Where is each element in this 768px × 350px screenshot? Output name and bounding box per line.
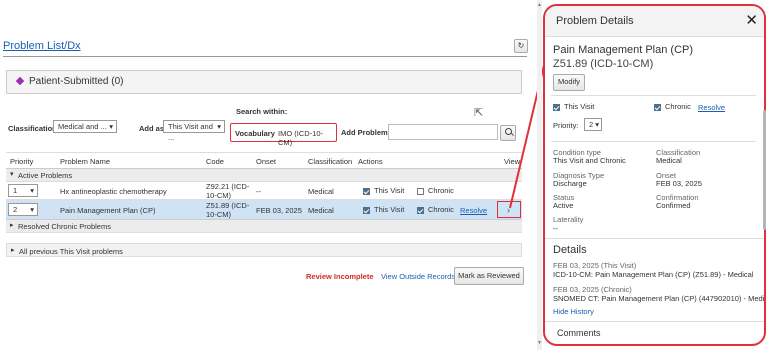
chevron-down-icon: ▾ (217, 122, 221, 131)
classification-select[interactable]: Medical and ... ▾ (53, 120, 117, 133)
close-icon[interactable]: ✕ (745, 11, 758, 29)
condition-type-value: This Visit and Chronic (553, 156, 626, 165)
chevron-down-icon: ▾ (595, 120, 599, 129)
vocabulary-value: IMO (ICD-10-CM) (278, 129, 323, 147)
panel-divider (551, 95, 756, 96)
problem-code: Z51.89 (ICD-10-CM) (206, 201, 250, 219)
col-code: Code (206, 157, 224, 166)
history-entry: ICD-10-CM: Pain Management Plan (CP) (Z5… (553, 270, 754, 279)
history-date: FEB 03, 2025 (Chronic) (553, 285, 632, 294)
diamond-icon (15, 76, 25, 86)
chevron-right-icon: ▸ (10, 222, 14, 229)
table-row[interactable]: 1 ▾ Hx antineoplastic chemotherapy Z92.2… (6, 182, 522, 200)
problem-name: Hx antineoplastic chemotherapy (60, 187, 167, 196)
add-as-select[interactable]: This Visit and ... ▾ (163, 120, 225, 142)
patient-submitted-section[interactable]: Patient-Submitted (0) (6, 70, 522, 94)
col-onset: Onset (256, 157, 277, 166)
priority-select[interactable]: 1 ▾ (8, 184, 38, 197)
chevron-down-icon: ▾ (30, 186, 34, 195)
modify-button[interactable]: Modify (553, 74, 585, 91)
cursor-icon: ⇱ (474, 107, 484, 119)
panel-priority-label: Priority: (553, 121, 579, 130)
problem-list-title[interactable]: Problem List/Dx (3, 40, 81, 52)
add-problem-input[interactable] (388, 124, 498, 140)
active-problems-group[interactable]: ▾ Active Problems (6, 169, 522, 182)
problem-code: Z92.21 (ICD-10-CM) (206, 182, 250, 200)
panel-problem-code: Z51.89 (ICD-10-CM) (553, 58, 654, 70)
panel-title: Problem Details (556, 15, 634, 27)
mark-as-reviewed-button[interactable]: Mark as Reviewed (454, 267, 524, 285)
this-visit-checkbox[interactable]: This Visit (363, 205, 404, 214)
chevron-down-icon: ▾ (10, 171, 14, 178)
hide-history-link[interactable]: Hide History (553, 307, 594, 316)
patient-submitted-label: Patient-Submitted (0) (29, 76, 124, 87)
chronic-checkbox[interactable]: Chronic (417, 186, 454, 195)
table-row-selected[interactable]: 2 ▾ Pain Management Plan (CP) Z51.89 (IC… (6, 200, 522, 220)
this-visit-checkbox[interactable]: This Visit (363, 186, 404, 195)
vocabulary-label: Vocabulary (235, 129, 275, 138)
add-as-label: Add as (139, 124, 165, 133)
col-classification: Classification (308, 157, 353, 166)
chronic-checkbox[interactable]: Chronic (417, 205, 454, 214)
panel-divider (545, 238, 764, 239)
vocabulary-box[interactable]: Vocabulary IMO (ICD-10-CM) (230, 123, 337, 147)
details-heading: Details (553, 244, 587, 256)
problem-table: Priority Problem Name Code Onset Classif… (6, 152, 522, 233)
panel-priority-select[interactable]: 2 ▾ (584, 118, 602, 131)
chevron-right-icon: ▸ (11, 247, 15, 254)
review-status: Review Incomplete (306, 272, 374, 281)
panel-header: Problem Details ✕ (545, 6, 764, 37)
priority-select[interactable]: 2 ▾ (8, 203, 38, 216)
scroll-up-icon: ▲ (537, 2, 542, 8)
laterality-value: -- (553, 224, 558, 233)
problem-classification: Medical (308, 187, 334, 196)
previous-visit-problems-group[interactable]: ▸ All previous This Visit problems (6, 243, 522, 257)
classification-value: Medical (656, 156, 682, 165)
chevron-down-icon: ▾ (109, 122, 113, 131)
history-entry: SNOMED CT: Pain Management Plan (CP) (44… (553, 294, 766, 303)
panel-chronic-checkbox[interactable]: Chronic (654, 102, 691, 111)
problem-onset: FEB 03, 2025 (256, 206, 302, 215)
col-actions: Actions (358, 157, 383, 166)
history-date: FEB 03, 2025 (This Visit) (553, 261, 637, 270)
panel-divider (545, 321, 764, 322)
problem-details-panel: Problem Details ✕ Pain Management Plan (… (543, 4, 766, 346)
view-outside-records-link[interactable]: View Outside Records (381, 272, 455, 281)
comments-heading: Comments (557, 328, 601, 338)
col-problem-name: Problem Name (60, 157, 111, 166)
resolved-problems-group[interactable]: ▸ Resolved Chronic Problems (6, 220, 522, 233)
problem-classification: Medical (308, 206, 334, 215)
add-problem-label: Add Problem (341, 128, 388, 137)
status-value: Active (553, 201, 574, 210)
onset-value: FEB 03, 2025 (656, 179, 702, 188)
search-within-label: Search within: (236, 107, 288, 116)
problem-name: Pain Management Plan (CP) (60, 206, 156, 215)
chevron-down-icon: ▾ (30, 205, 34, 214)
classification-label: Classification (8, 124, 57, 133)
panel-divider (551, 141, 756, 142)
diagnosis-type-value: Discharge (553, 179, 587, 188)
problem-onset: -- (256, 187, 261, 196)
laterality-label: Laterality (553, 215, 584, 224)
scroll-track[interactable]: ▲ ▼ (537, 0, 542, 350)
table-header: Priority Problem Name Code Onset Classif… (6, 152, 522, 169)
col-priority: Priority (10, 157, 34, 166)
panel-resolve-link[interactable]: Resolve (698, 103, 725, 112)
confirmation-value: Confirmed (656, 201, 691, 210)
panel-problem-name: Pain Management Plan (CP) (553, 44, 694, 56)
scroll-down-icon: ▼ (537, 340, 542, 346)
resolve-link[interactable]: Resolve (460, 206, 487, 215)
title-divider (3, 56, 527, 57)
panel-this-visit-checkbox[interactable]: This Visit (553, 102, 594, 111)
panel-scrollbar[interactable] (763, 110, 766, 230)
